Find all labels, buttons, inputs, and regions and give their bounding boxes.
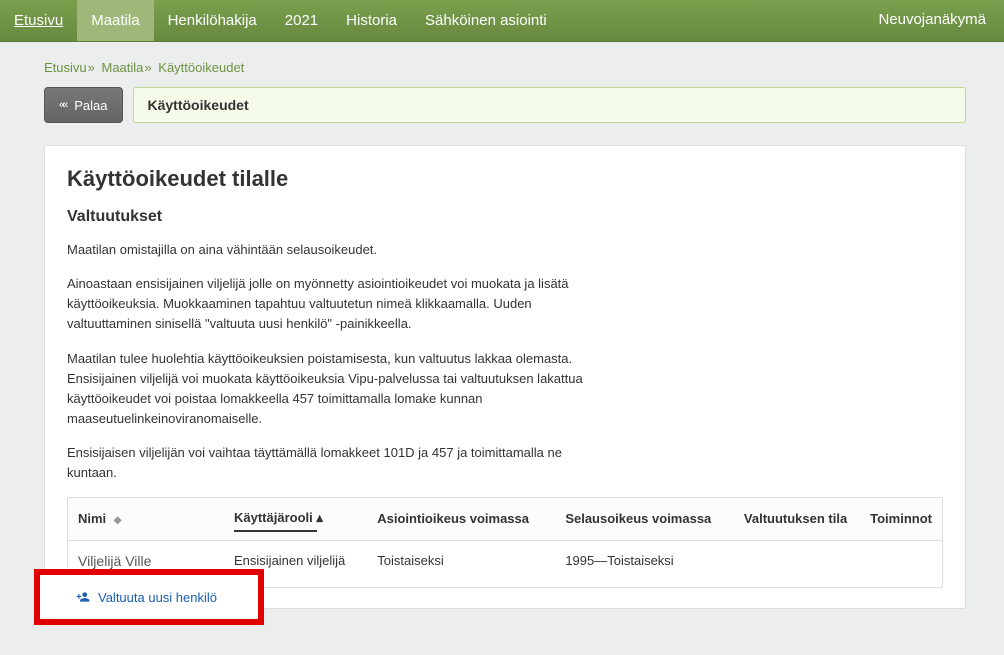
sort-asc-icon: ▴ [316, 510, 323, 525]
nav-historia[interactable]: Historia [332, 0, 411, 41]
paragraph-1: Maatilan omistajilla on aina vähintään s… [67, 240, 587, 260]
breadcrumb: Etusivu» Maatila» Käyttöoikeudet [44, 60, 966, 75]
chevron-left-icon: «« [59, 99, 65, 111]
nav-2021[interactable]: 2021 [271, 0, 332, 41]
nav-etusivu[interactable]: Etusivu [0, 0, 77, 41]
col-toiminnot[interactable]: Toiminnot [860, 498, 942, 541]
cell-toiminnot [860, 541, 942, 588]
paragraph-3: Maatilan tulee huolehtia käyttöoikeuksie… [67, 349, 587, 430]
page-title: Käyttöoikeudet [133, 87, 967, 123]
heading-main: Käyttöoikeudet tilalle [67, 166, 943, 192]
breadcrumb-maatila[interactable]: Maatila [102, 60, 144, 75]
col-kayttajarooli-label: Käyttäjärooli [234, 510, 313, 525]
nav-sahkoinen-asiointi[interactable]: Sähköinen asiointi [411, 0, 561, 41]
add-person-button[interactable]: Valtuuta uusi henkilö [76, 590, 217, 605]
nav-maatila[interactable]: Maatila [77, 0, 153, 41]
add-person-label: Valtuuta uusi henkilö [98, 590, 217, 605]
col-asiointioikeus[interactable]: Asiointioikeus voimassa [367, 498, 555, 541]
col-kayttajarooli[interactable]: Käyttäjärooli ▴ [224, 498, 367, 541]
nav-henkilohakija[interactable]: Henkilöhakija [154, 0, 271, 41]
cell-selaus: 1995—Toistaiseksi [555, 541, 734, 588]
cell-tila [734, 541, 860, 588]
heading-sub: Valtuutukset [67, 208, 943, 226]
back-button-label: Palaa [74, 98, 107, 113]
sort-indicator-icon: ◆ [114, 515, 122, 526]
breadcrumb-etusivu[interactable]: Etusivu [44, 60, 87, 75]
top-nav: Etusivu Maatila Henkilöhakija 2021 Histo… [0, 0, 1004, 42]
nav-neuvojanakyma[interactable]: Neuvojanäkymä [860, 0, 1004, 41]
col-nimi-label: Nimi [78, 511, 106, 526]
cell-asiointi: Toistaiseksi [367, 541, 555, 588]
col-selausoikeus[interactable]: Selausoikeus voimassa [555, 498, 734, 541]
highlight-callout: Valtuuta uusi henkilö [34, 569, 264, 625]
person-plus-icon [76, 590, 90, 604]
col-nimi[interactable]: Nimi ◆ [68, 498, 224, 541]
col-valtuutuksen-tila[interactable]: Valtuutuksen tila [734, 498, 860, 541]
paragraph-2: Ainoastaan ensisijainen viljelijä jolle … [67, 274, 587, 334]
paragraph-4: Ensisijaisen viljelijän voi vaihtaa täyt… [67, 443, 587, 483]
main-panel: Käyttöoikeudet tilalle Valtuutukset Maat… [44, 145, 966, 609]
back-button[interactable]: «« Palaa [44, 87, 123, 123]
breadcrumb-kayttooikeudet[interactable]: Käyttöoikeudet [158, 60, 244, 75]
